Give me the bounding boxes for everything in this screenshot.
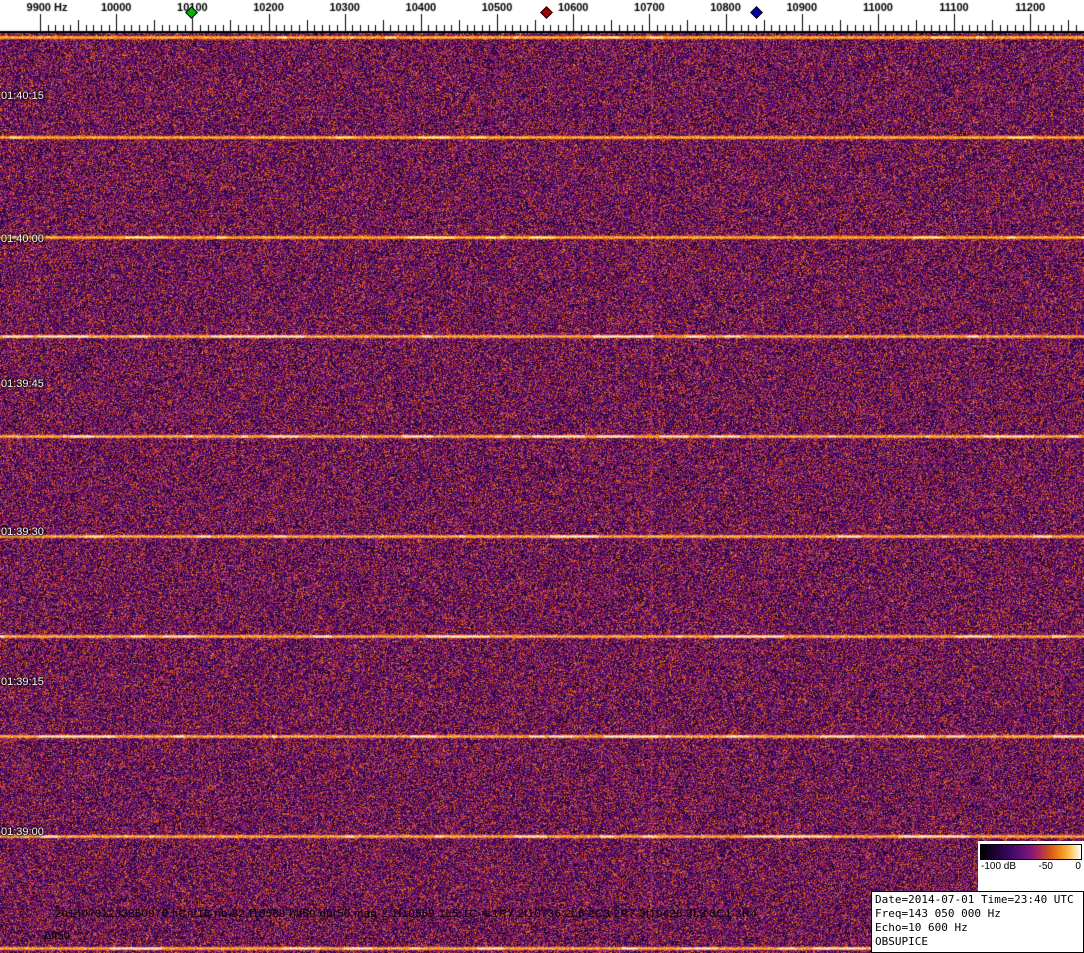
- colorbar-mid-label: -50: [1038, 861, 1053, 872]
- time-axis-label: 01:40:15: [1, 90, 44, 102]
- colorbar-min-label: -100 dB: [981, 861, 1017, 872]
- info-station-line: OBSUPICE: [875, 935, 928, 948]
- delta-f-label: Δft50: [44, 930, 70, 942]
- info-echo-line: Echo=10 600 Hz: [875, 921, 968, 934]
- time-axis-label: 01:40:00: [1, 233, 44, 245]
- spectrogram-canvas[interactable]: [0, 33, 1084, 953]
- time-axis-label: 01:39:00: [1, 826, 44, 838]
- time-axis-label: 01:39:45: [1, 378, 44, 390]
- info-freq-line: Freq=143 050 000 Hz: [875, 907, 1001, 920]
- colorbar-scale: -100 dB -50 0: [980, 860, 1082, 872]
- colorbar: -100 dB -50 0: [978, 841, 1084, 891]
- info-box: Date=2014-07-01 Time=23:40 UTC Freq=143 …: [871, 891, 1084, 953]
- colorbar-max-label: 0: [1075, 861, 1081, 872]
- time-axis-label: 01:39:15: [1, 676, 44, 688]
- spectrogram-window: 20140701233850976 hCnt16 nb-82 f10569 hi…: [0, 0, 1084, 953]
- detection-text: 20140701233850976 hCnt16 nb-82 f10569 hi…: [55, 908, 758, 920]
- frequency-ruler[interactable]: [0, 0, 1084, 33]
- colorbar-gradient: [980, 844, 1082, 860]
- info-date-line: Date=2014-07-01 Time=23:40 UTC: [875, 893, 1074, 906]
- time-axis-label: 01:39:30: [1, 526, 44, 538]
